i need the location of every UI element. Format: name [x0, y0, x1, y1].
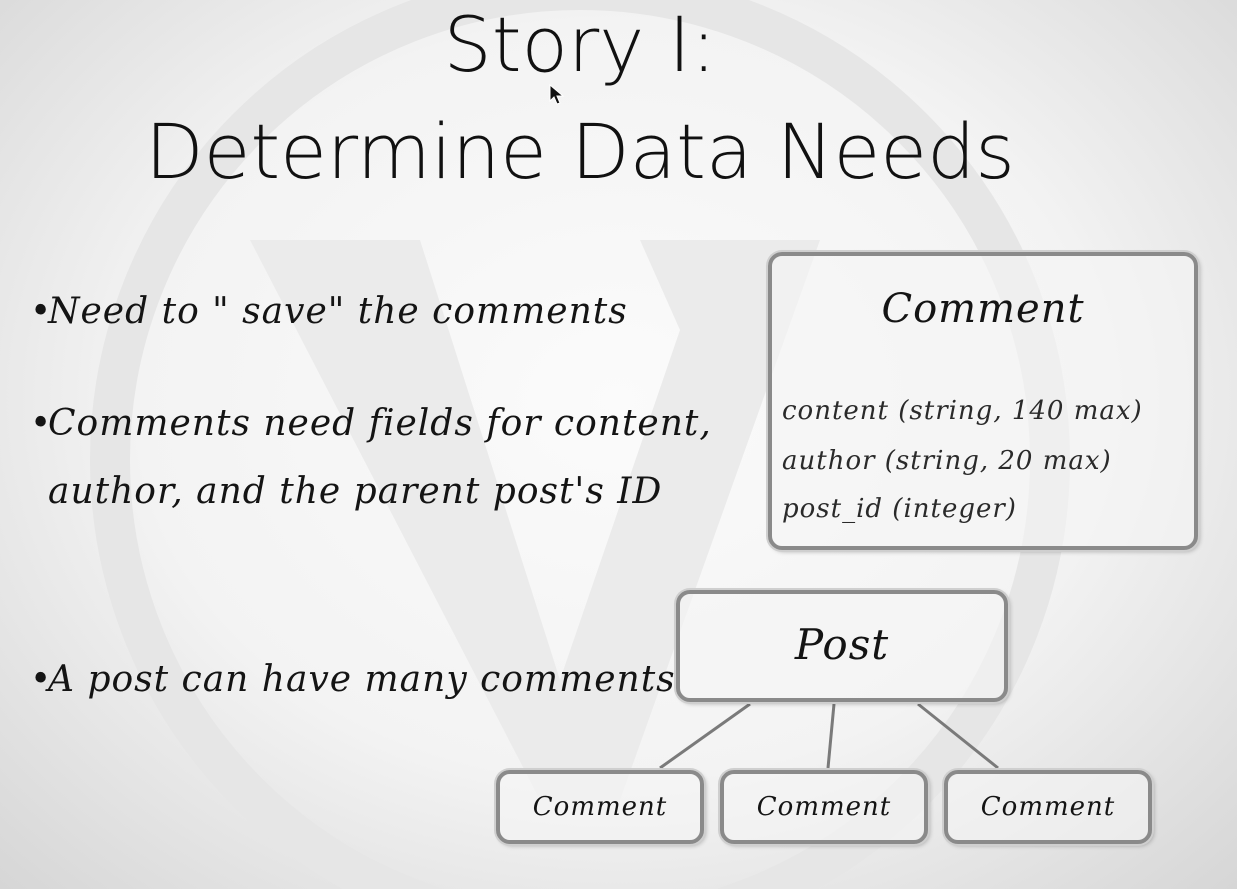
- post-node-label: Post: [794, 620, 890, 669]
- mouse-pointer-icon: [549, 84, 565, 105]
- comment-node: Comment: [720, 770, 928, 844]
- post-node: Post: [676, 590, 1008, 702]
- comment-node-label: Comment: [980, 792, 1116, 822]
- connector-line: [659, 702, 751, 770]
- comment-node-label: Comment: [532, 792, 668, 822]
- comment-node-label: Comment: [756, 792, 892, 822]
- comment-node: Comment: [496, 770, 704, 844]
- connector-line: [917, 702, 999, 770]
- connector-line: [826, 703, 836, 769]
- comment-node: Comment: [944, 770, 1152, 844]
- relationship-connectors: [659, 702, 999, 770]
